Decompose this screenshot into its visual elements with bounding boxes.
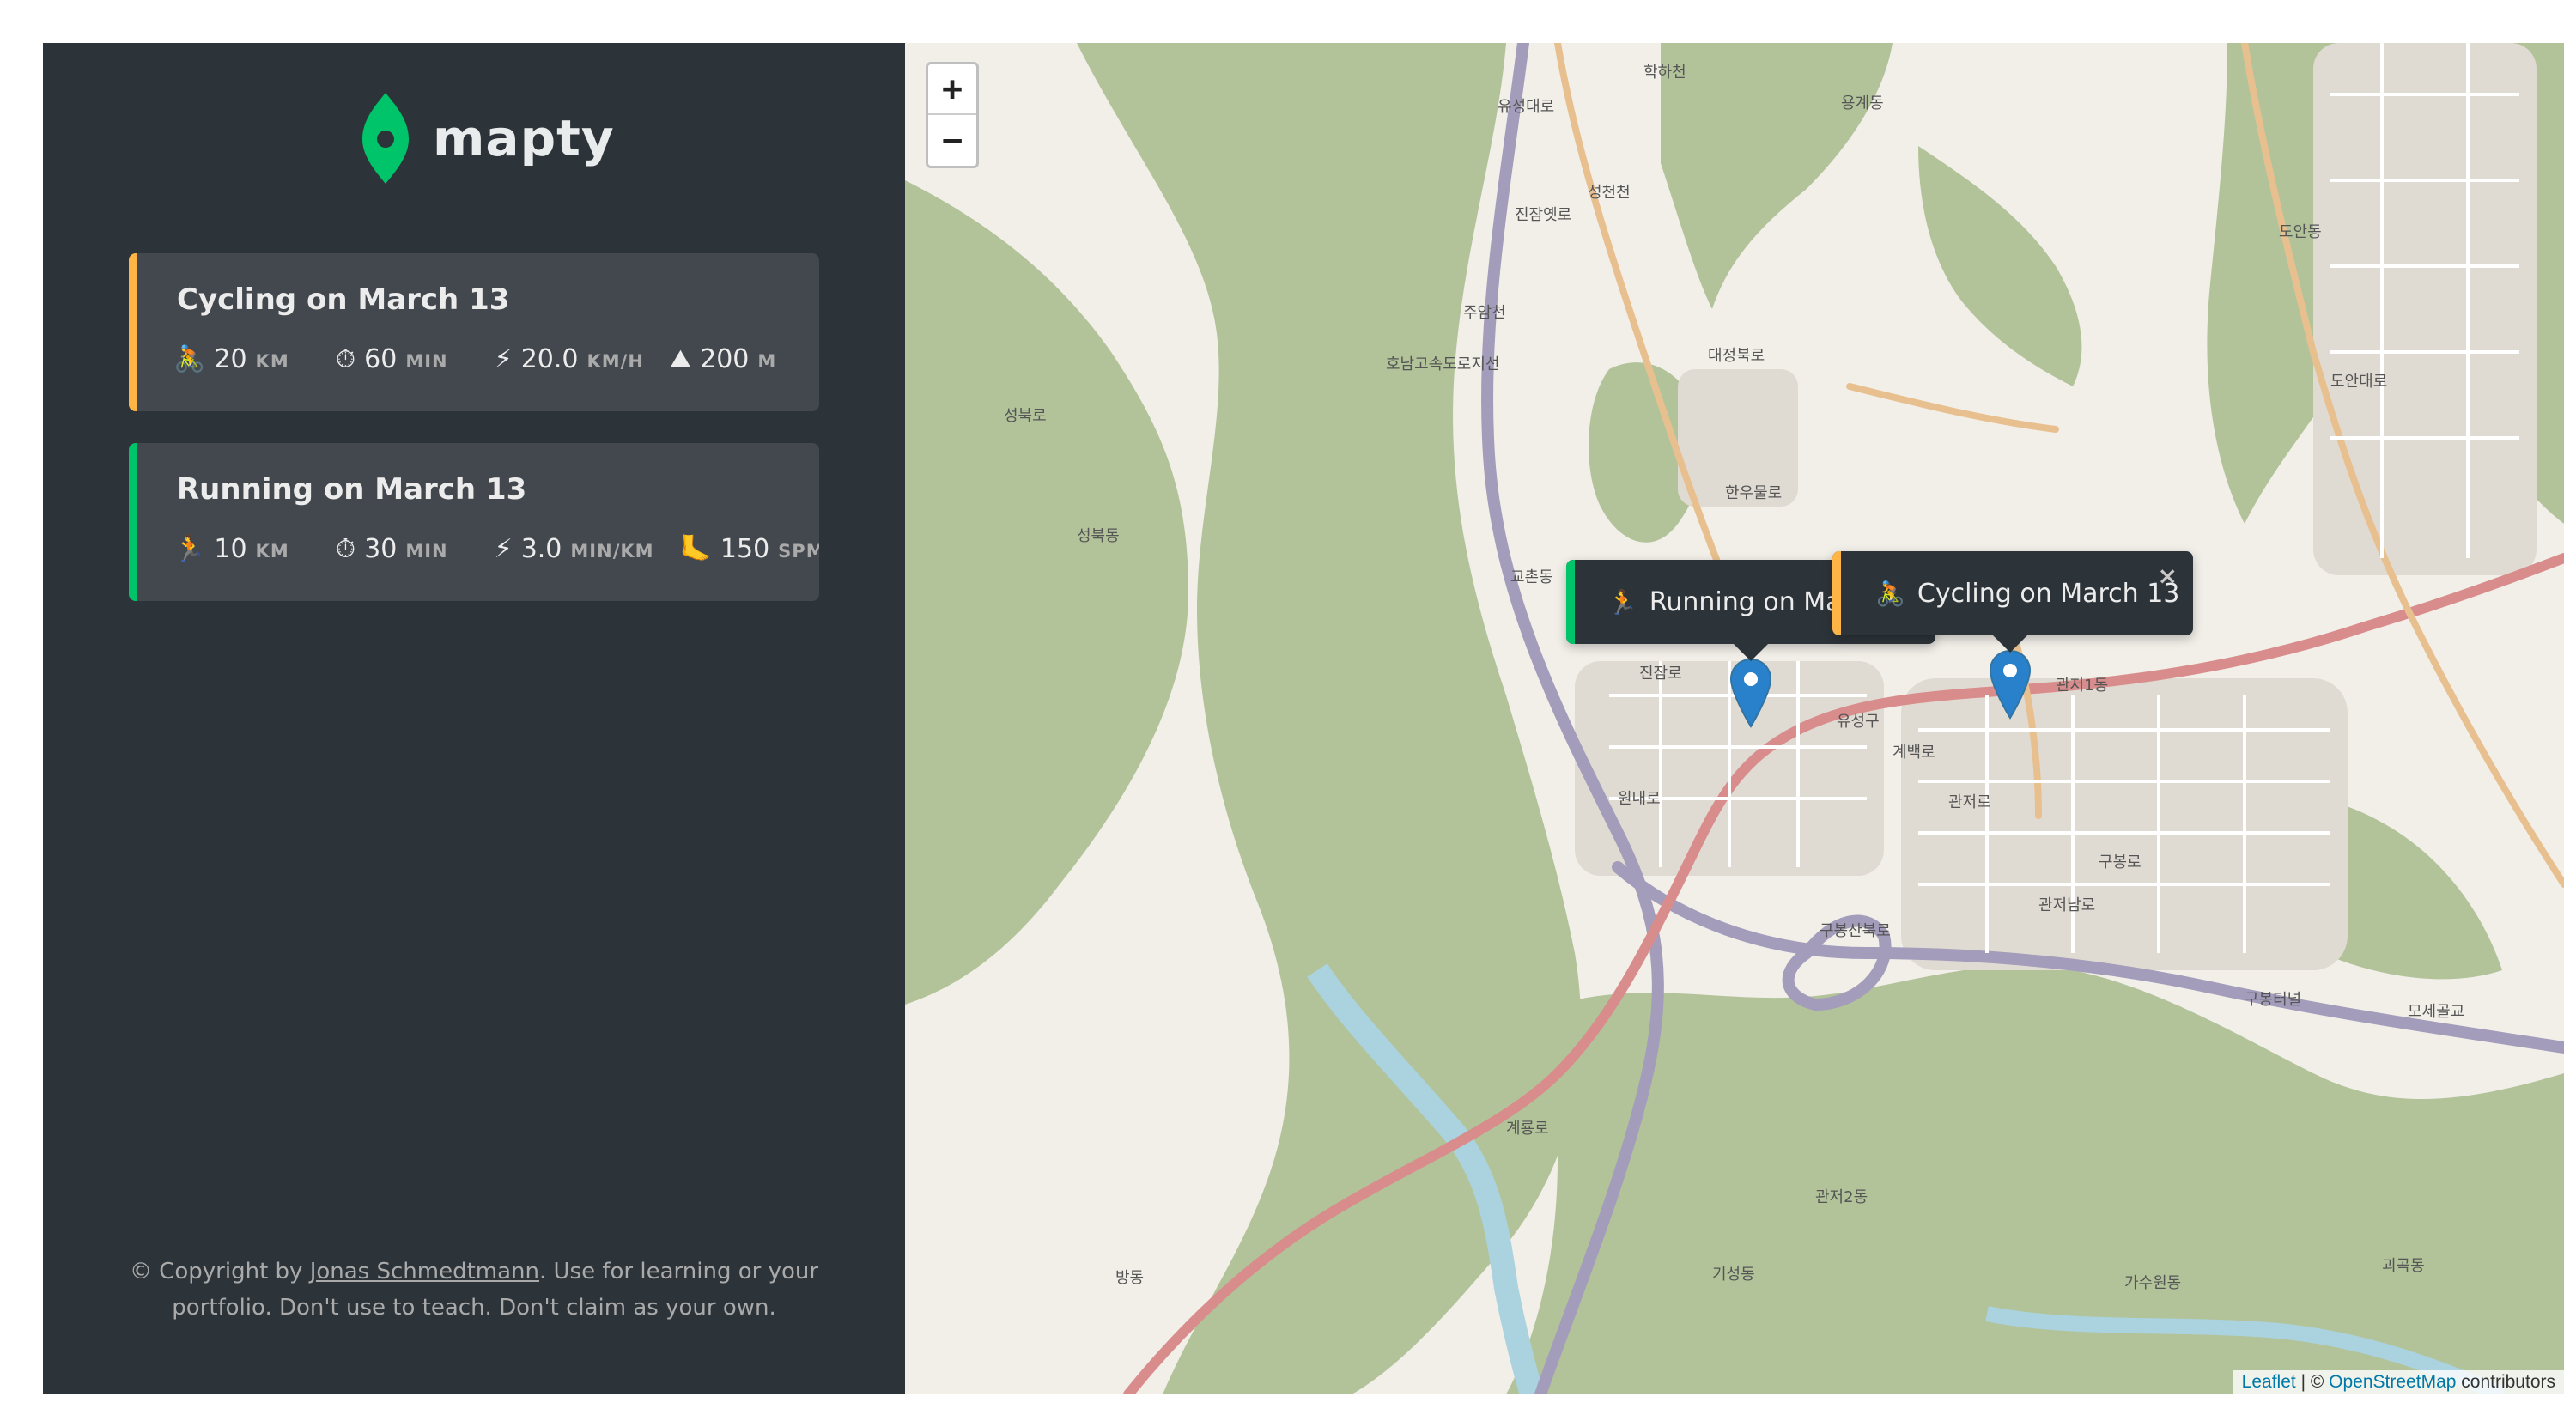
stopwatch-icon: ⏱ — [335, 534, 356, 564]
map-label: 관저2동 — [1815, 1188, 1868, 1206]
workout-title: Running on March 13 — [177, 472, 527, 507]
copyright-prefix: © Copyright by — [129, 1259, 310, 1284]
workout-detail-cadence: 🦶 150 SPM — [680, 534, 819, 564]
map[interactable]: 대정북로 한우물로 관저로 구봉로 계백로 관저남로 구봉산북로 계룡로 원내로… — [905, 43, 2564, 1394]
lightning-icon: ⚡ — [494, 534, 513, 564]
workout-details: 🚴 20 KM ⏱ 60 MIN ⚡ 20.0 KM/H ⛰ 200 M — [173, 344, 776, 374]
detail-unit: MIN/KM — [570, 541, 654, 562]
popup-tip — [1734, 644, 1768, 661]
cyclist-icon: 🚴 — [173, 344, 206, 374]
workout-detail-pace: ⚡ 3.0 MIN/KM — [495, 534, 654, 564]
detail-value: 30 — [364, 534, 398, 564]
logo-text: mapty — [433, 109, 615, 167]
osm-link[interactable]: OpenStreetMap — [2329, 1372, 2456, 1392]
detail-unit: MIN — [405, 351, 448, 372]
map-label: 유성구 — [1837, 713, 1880, 731]
runner-icon: 🏃 — [1607, 587, 1637, 616]
map-label: 용계동 — [1841, 94, 1884, 112]
detail-value: 20.0 — [520, 344, 579, 374]
map-label: 관저남로 — [2038, 896, 2096, 914]
map-attribution: Leaflet | © OpenStreetMap contributors — [2233, 1370, 2564, 1394]
workout-title: Cycling on March 13 — [177, 282, 510, 317]
detail-value: 150 — [720, 534, 770, 564]
footprint-icon: 🦶 — [679, 534, 712, 564]
zoom-in-button[interactable]: + — [928, 64, 976, 115]
map-label: 관저로 — [1948, 793, 1991, 811]
cyclist-icon: 🚴 — [1875, 579, 1905, 608]
map-label: 학하천 — [1643, 64, 1686, 82]
map-label: 성북동 — [1077, 527, 1120, 545]
map-label: 주암천 — [1463, 304, 1506, 322]
workout-card-running[interactable]: Running on March 13 🏃 10 KM ⏱ 30 MIN ⚡ 3… — [129, 443, 819, 601]
detail-unit: M — [757, 351, 777, 372]
app-window: mapty Cycling on March 13 🚴 20 KM ⏱ 60 M… — [43, 43, 2564, 1394]
detail-value: 60 — [364, 344, 398, 374]
detail-value: 10 — [214, 534, 247, 564]
map-label: 도안대로 — [2330, 373, 2388, 391]
detail-unit: KM — [255, 541, 289, 562]
map-label: 한우물로 — [1725, 484, 1783, 502]
popup-accent-bar — [1832, 551, 1841, 635]
map-label: 구봉로 — [2099, 853, 2142, 871]
map-label: 방동 — [1115, 1269, 1145, 1287]
map-label: 가수원동 — [2124, 1274, 2182, 1292]
detail-unit: MIN — [405, 541, 448, 562]
detail-unit: KM — [255, 351, 289, 372]
zoom-out-button[interactable]: − — [928, 115, 976, 166]
map-label: 교촌동 — [1510, 568, 1553, 586]
workout-card-cycling[interactable]: Cycling on March 13 🚴 20 KM ⏱ 60 MIN ⚡ 2… — [129, 253, 819, 411]
workout-detail-speed: ⚡ 20.0 KM/H — [495, 344, 644, 374]
map-label: 관저1동 — [2056, 677, 2109, 695]
map-label: 모세골교 — [2408, 1003, 2465, 1021]
detail-unit: KM/H — [586, 351, 644, 372]
leaflet-link[interactable]: Leaflet — [2242, 1372, 2296, 1392]
map-label: 계룡로 — [1506, 1120, 1549, 1138]
map-label: 성천천 — [1588, 184, 1631, 202]
detail-unit: SPM — [778, 541, 819, 562]
map-label: 원내로 — [1618, 790, 1661, 808]
zoom-control: + − — [926, 62, 979, 168]
sidebar: mapty Cycling on March 13 🚴 20 KM ⏱ 60 M… — [43, 43, 905, 1394]
close-icon[interactable]: × — [2158, 562, 2178, 590]
map-label: 진잠로 — [1639, 665, 1682, 683]
map-label: 기성동 — [1712, 1266, 1755, 1284]
popup-text: Cycling on March 13 — [1917, 578, 2180, 609]
logo: mapty — [361, 91, 615, 185]
workout-detail-distance: 🏃 10 KM — [173, 534, 289, 564]
workout-details: 🏃 10 KM ⏱ 30 MIN ⚡ 3.0 MIN/KM 🦶 150 SPM — [173, 534, 819, 564]
map-label: 구봉터널 — [2245, 991, 2302, 1009]
popup-cycling[interactable]: 🚴 Cycling on March 13 × — [1832, 551, 2193, 635]
popup-tip — [1993, 635, 2027, 653]
map-label: 괴곡동 — [2382, 1257, 2425, 1275]
mountain-icon: ⛰ — [669, 344, 692, 374]
lightning-icon: ⚡ — [494, 344, 513, 374]
detail-value: 20 — [214, 344, 247, 374]
map-pin-icon — [362, 93, 409, 184]
stopwatch-icon: ⏱ — [335, 344, 356, 374]
map-label: 호남고속도로지선 — [1386, 355, 1500, 373]
popup-accent-bar — [1566, 560, 1575, 644]
workout-detail-duration: ⏱ 60 MIN — [336, 344, 448, 374]
map-label: 구봉산북로 — [1820, 922, 1891, 940]
workout-detail-elevation: ⛰ 200 M — [670, 344, 776, 374]
map-label: 도안동 — [2279, 223, 2322, 241]
map-marker-running[interactable] — [1729, 658, 1772, 728]
author-link[interactable]: Jonas Schmedtmann — [310, 1259, 539, 1284]
map-label: 진잠옛로 — [1515, 206, 1572, 224]
map-label: 계백로 — [1893, 744, 1935, 762]
runner-icon: 🏃 — [173, 534, 206, 564]
attribution-suffix: contributors — [2456, 1372, 2555, 1392]
copyright: © Copyright by Jonas Schmedtmann. Use fo… — [129, 1254, 819, 1326]
map-label: 대정북로 — [1708, 347, 1765, 365]
map-label: 유성대로 — [1498, 98, 1555, 116]
detail-value: 3.0 — [520, 534, 562, 564]
map-marker-cycling[interactable] — [1989, 649, 2032, 720]
workout-detail-distance: 🚴 20 KM — [173, 344, 289, 374]
workout-detail-duration: ⏱ 30 MIN — [336, 534, 448, 564]
attribution-separator: | © — [2295, 1372, 2330, 1392]
detail-value: 200 — [700, 344, 750, 374]
map-label: 성북로 — [1004, 407, 1047, 425]
